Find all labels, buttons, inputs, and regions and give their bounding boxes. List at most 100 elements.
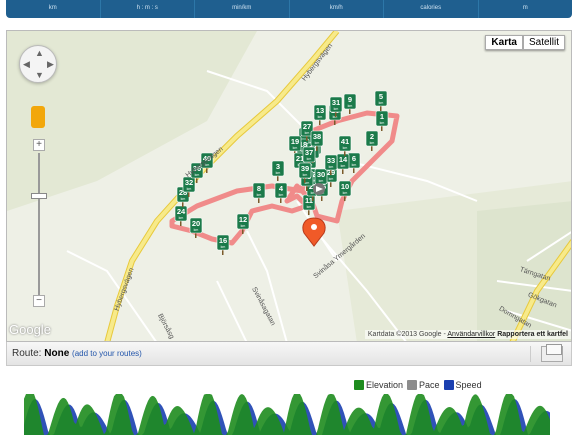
zoom-in-button[interactable]: + [33, 139, 45, 151]
stats-strip: km h : m : s min/km km/h calories m [6, 0, 572, 18]
km-marker-unit: km [307, 205, 312, 209]
pan-control[interactable]: ▲ ▼ ◀ ▶ [19, 45, 57, 83]
pan-right-icon[interactable]: ▶ [47, 60, 54, 69]
km-marker-1[interactable]: 1km [375, 110, 389, 131]
km-marker-unit: km [276, 171, 281, 175]
km-marker-unit: km [352, 163, 357, 167]
km-marker-unit: km [319, 179, 324, 183]
toggle-view-icon[interactable] [541, 344, 563, 362]
pan-up-icon[interactable]: ▲ [35, 49, 44, 58]
km-marker-unit: km [329, 165, 334, 169]
stat-time-unit: h : m : s [101, 0, 195, 18]
km-marker-unit: km [279, 193, 284, 197]
km-marker-unit: km [380, 121, 385, 125]
elevation-swatch [354, 380, 364, 390]
km-marker-number: 32 [185, 178, 193, 187]
finish-pin-icon[interactable] [302, 217, 326, 247]
street-view-pegman-icon[interactable] [31, 106, 45, 128]
km-marker-number: 19 [291, 137, 299, 146]
km-marker-5[interactable]: 5km [374, 90, 388, 111]
km-marker-number: 12 [239, 215, 247, 224]
km-marker-unit: km [194, 228, 199, 232]
route-value: None [44, 348, 70, 359]
km-marker-unit: km [305, 131, 310, 135]
pan-left-icon[interactable]: ◀ [23, 60, 30, 69]
km-marker-number: 20 [192, 219, 200, 228]
km-marker-24[interactable]: 24km [174, 205, 188, 226]
km-marker-unit: km [341, 164, 346, 168]
km-marker-number: 27 [303, 122, 311, 131]
zoom-slider-handle[interactable] [31, 193, 47, 199]
terms-link[interactable]: Användarvillkor [447, 331, 495, 338]
route-label: Route: None (add to your routes) [12, 348, 142, 359]
km-marker-number: 37 [305, 148, 313, 157]
route-map[interactable]: 1km2km3km4km5km6km7km8km9km10km11km12km1… [6, 30, 572, 342]
km-marker-number: 14 [339, 155, 348, 164]
legend-pace[interactable]: Pace [419, 380, 440, 390]
start-arrow-icon[interactable] [313, 183, 325, 195]
km-marker-unit: km [348, 104, 353, 108]
zoom-track[interactable] [38, 153, 40, 295]
add-route-link[interactable]: (add to your routes) [72, 349, 142, 358]
km-marker-number: 11 [305, 196, 313, 205]
zoom-control: + − [31, 139, 47, 309]
elevation-profile-chart [24, 394, 550, 435]
stat-pace-unit: min/km [195, 0, 290, 18]
km-marker-unit: km [315, 141, 320, 145]
legend-speed[interactable]: Speed [456, 380, 482, 390]
km-marker-number: 33 [327, 156, 335, 165]
attribution-text: Kartdata ©2013 Google - [367, 331, 446, 338]
km-marker-number: 30 [317, 170, 325, 179]
stat-elevation-unit: m [522, 5, 528, 11]
km-marker-unit: km [334, 107, 339, 111]
page-root: km h : m : s min/km km/h calories m 1 km… [0, 0, 580, 435]
km-marker-number: 3 [276, 162, 280, 171]
stat-distance-unit: km [6, 0, 101, 18]
km-marker-number: 9 [348, 95, 352, 104]
pan-down-icon[interactable]: ▼ [35, 71, 44, 80]
km-marker-8[interactable]: 8km [252, 182, 266, 203]
km-marker-unit: km [343, 146, 348, 150]
km-marker-number: 31 [332, 98, 340, 107]
km-marker-number: 6 [352, 154, 356, 163]
km-marker-number: 10 [341, 182, 349, 191]
km-marker-9[interactable]: 9km [343, 93, 357, 114]
km-marker-unit: km [187, 187, 192, 191]
zoom-out-button[interactable]: − [33, 295, 45, 307]
km-marker-number: 2 [370, 132, 374, 141]
km-marker-number: 8 [257, 184, 261, 193]
km-marker-number: 41 [341, 137, 349, 146]
pace-swatch [407, 380, 418, 390]
km-marker-unit: km [329, 177, 334, 181]
km-marker-13[interactable]: 13km [313, 104, 327, 125]
route-bar: Route: None (add to your routes) [6, 342, 572, 366]
km-marker-number: 13 [316, 106, 324, 115]
stat-speed-unit: km/h [290, 0, 384, 18]
map-type-map-button[interactable]: Karta [485, 35, 523, 50]
map-canvas[interactable]: 1km2km3km4km5km6km7km8km9km10km11km12km1… [7, 31, 572, 342]
km-marker-unit: km [257, 193, 262, 197]
km-marker-16[interactable]: 16km [216, 234, 230, 255]
speed-swatch [443, 380, 454, 390]
km-marker-2[interactable]: 2km [365, 130, 379, 151]
km-marker-unit: km [303, 173, 308, 177]
report-error-link[interactable]: Rapportera ett kartfel [497, 331, 568, 338]
map-type-satellite-button[interactable]: Satellit [522, 35, 565, 50]
km-marker-number: 38 [313, 132, 321, 141]
google-logo: Google [9, 322, 51, 337]
chart-legend: Elevation Pace Speed [350, 380, 482, 390]
km-marker-number: 39 [301, 164, 309, 173]
km-marker-14[interactable]: 14km [336, 153, 350, 174]
stat-calories-unit: calories [384, 0, 479, 18]
km-marker-unit: km [343, 191, 348, 195]
route-bar-divider [530, 346, 531, 362]
legend-elevation[interactable]: Elevation [366, 380, 403, 390]
km-marker-unit: km [221, 245, 226, 249]
km-marker-6[interactable]: 6km [347, 152, 361, 173]
km-marker-unit: km [241, 224, 246, 228]
map-type-toggle: Karta Satellit [485, 35, 565, 50]
km-marker-unit: km [379, 101, 384, 105]
route-label-text: Route: [12, 348, 42, 359]
km-marker-3[interactable]: 3km [271, 160, 285, 181]
km-marker-number: 16 [219, 236, 227, 245]
